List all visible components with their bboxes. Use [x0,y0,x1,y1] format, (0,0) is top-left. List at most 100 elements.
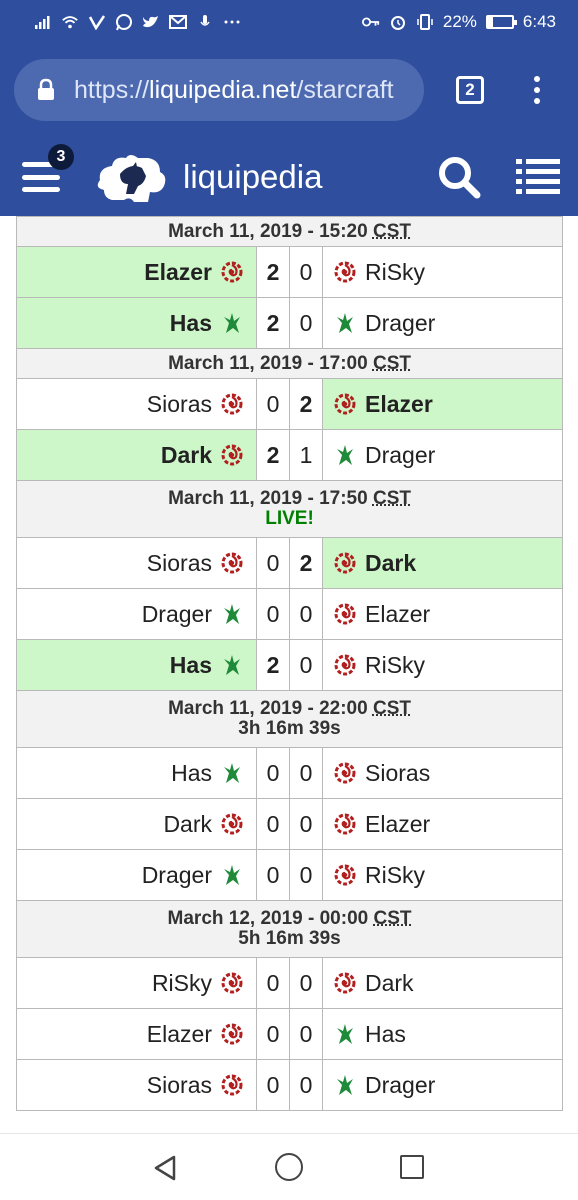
player1-cell[interactable]: RiSky [16,957,257,1009]
match-row[interactable]: Has 0 0 Sioras [16,747,564,799]
player2-cell[interactable]: Drager [321,297,564,349]
tab-switcher-button[interactable]: 2 [456,76,484,104]
player1-cell[interactable]: Elazer [16,1008,257,1060]
protoss-race-icon [337,1023,353,1044]
player1-cell[interactable]: Sioras [16,1059,257,1111]
player1-name[interactable]: Sioras [147,1072,212,1098]
player1-score: 2 [256,297,290,349]
browser-menu-icon[interactable] [534,76,540,104]
match-row[interactable]: Sioras 0 2 Elazer [16,378,564,430]
zerg-race-icon [221,1023,243,1044]
player1-name[interactable]: Elazer [147,1021,212,1047]
player1-name[interactable]: RiSky [152,970,212,996]
timezone-abbr[interactable]: CST [373,488,411,509]
player2-name[interactable]: Dark [365,550,416,576]
match-row[interactable]: Has 2 0 Drager [16,297,564,349]
gmail-icon [169,13,187,31]
player1-score: 0 [256,537,290,589]
player2-name[interactable]: Elazer [365,601,430,627]
liquipedia-logo-icon[interactable] [90,150,170,206]
player1-cell[interactable]: Has [16,297,257,349]
zerg-race-icon [221,552,243,573]
player2-cell[interactable]: Drager [321,1059,564,1111]
match-row[interactable]: Drager 0 0 Elazer [16,588,564,640]
player1-cell[interactable]: Sioras [16,378,257,430]
match-row[interactable]: RiSky 0 0 Dark [16,957,564,1009]
match-row[interactable]: Dark 0 0 Elazer [16,798,564,850]
player1-name[interactable]: Drager [142,862,212,888]
player1-cell[interactable]: Has [16,639,257,691]
list-menu-icon[interactable] [516,158,560,194]
zerg-race-icon [334,603,356,624]
player1-cell[interactable]: Dark [16,429,257,481]
player2-name[interactable]: Elazer [365,391,433,417]
player2-name[interactable]: Drager [365,310,435,336]
player1-name[interactable]: Sioras [147,550,212,576]
player2-cell[interactable]: Dark [321,957,564,1009]
timezone-abbr[interactable]: CST [373,221,411,242]
vpn-icon [88,13,106,31]
player2-cell[interactable]: RiSky [321,246,564,298]
player1-name[interactable]: Has [171,760,212,786]
player2-name[interactable]: Drager [365,442,435,468]
match-row[interactable]: Drager 0 0 RiSky [16,849,564,901]
player2-cell[interactable]: Elazer [321,588,564,640]
player2-score: 0 [289,246,323,298]
player1-name[interactable]: Has [170,652,212,678]
player1-cell[interactable]: Sioras [16,537,257,589]
player1-name[interactable]: Sioras [147,391,212,417]
timezone-abbr[interactable]: CST [373,698,411,719]
player1-cell[interactable]: Has [16,747,257,799]
player1-cell[interactable]: Dark [16,798,257,850]
player2-cell[interactable]: Dark [321,537,564,589]
player1-name[interactable]: Elazer [144,259,212,285]
protoss-race-icon [224,762,240,783]
match-time-header: March 12, 2019 - 00:00 CST 5h 16m 39s [15,900,564,958]
player1-cell[interactable]: Drager [16,849,257,901]
player2-name[interactable]: Has [365,1021,406,1047]
player2-name[interactable]: Elazer [365,811,430,837]
player1-name[interactable]: Has [170,310,212,336]
address-bar[interactable]: https://liquipedia.net/starcraft [14,59,424,121]
match-row[interactable]: Elazer 0 0 Has [16,1008,564,1060]
key-icon [361,13,380,31]
match-datetime: March 11, 2019 - 17:00 [168,352,373,374]
match-row[interactable]: Elazer 2 0 RiSky [16,246,564,298]
player2-name[interactable]: RiSky [365,652,425,678]
timezone-abbr[interactable]: CST [374,908,412,929]
player1-score: 0 [256,849,290,901]
player1-name[interactable]: Drager [142,601,212,627]
player1-cell[interactable]: Elazer [16,246,257,298]
match-datetime: March 11, 2019 - 22:00 [168,698,373,719]
notification-badge: 3 [48,144,74,170]
player2-cell[interactable]: Drager [321,429,564,481]
player1-cell[interactable]: Drager [16,588,257,640]
player2-cell[interactable]: Has [321,1008,564,1060]
home-icon[interactable] [275,1153,303,1181]
match-row[interactable]: Dark 2 1 Drager [16,429,564,481]
zerg-race-icon [334,261,356,282]
match-row[interactable]: Sioras 0 0 Drager [16,1059,564,1111]
recent-apps-icon[interactable] [400,1155,424,1179]
match-row[interactable]: Sioras 0 2 Dark [16,537,564,589]
status-left-icons [34,13,241,31]
player1-name[interactable]: Dark [163,811,212,837]
player2-name[interactable]: Dark [365,970,414,996]
player2-cell[interactable]: Sioras [321,747,564,799]
player2-name[interactable]: Drager [365,1072,435,1098]
player2-name[interactable]: RiSky [365,862,425,888]
player1-name[interactable]: Dark [161,442,212,468]
player2-score: 0 [289,1059,323,1111]
search-icon[interactable] [436,154,482,200]
player2-cell[interactable]: RiSky [321,639,564,691]
player2-cell[interactable]: Elazer [321,798,564,850]
player2-cell[interactable]: Elazer [321,378,564,430]
player2-cell[interactable]: RiSky [321,849,564,901]
back-icon[interactable] [152,1154,178,1182]
site-brand[interactable]: liquipedia [183,158,322,196]
match-row[interactable]: Has 2 0 RiSky [16,639,564,691]
live-indicator: LIVE! [265,508,314,529]
player2-name[interactable]: RiSky [365,259,425,285]
timezone-abbr[interactable]: CST [373,353,411,374]
player2-name[interactable]: Sioras [365,760,430,786]
